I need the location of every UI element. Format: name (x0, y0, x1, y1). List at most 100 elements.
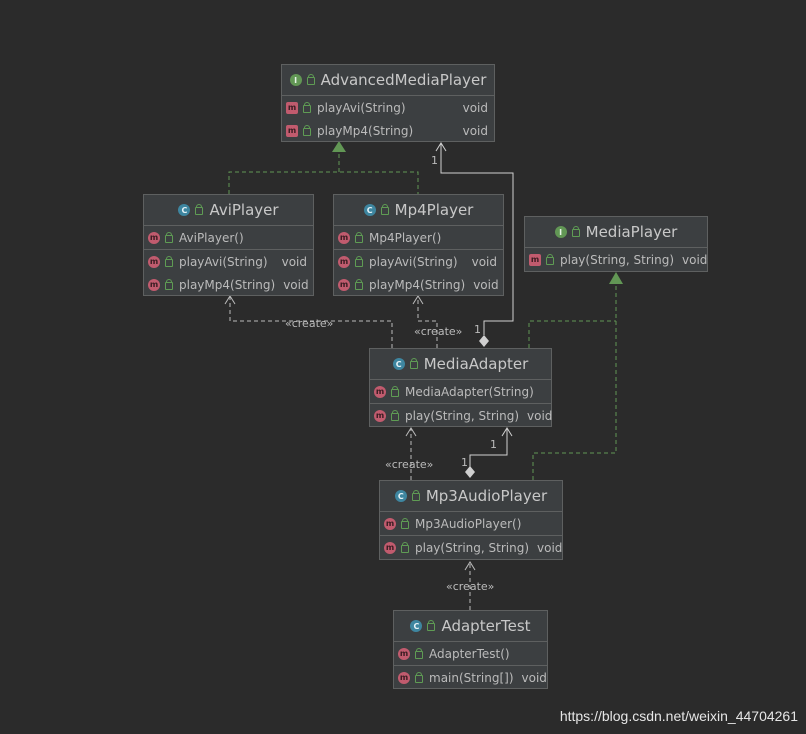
method-icon: m (374, 385, 386, 398)
method-icon: m (148, 231, 160, 244)
create-label-avi: «create» (285, 317, 334, 330)
method-name: AdapterTest() (429, 646, 510, 661)
member-section: m play(String, String) void (525, 248, 707, 271)
method-row[interactable]: m Mp3AudioPlayer() (380, 512, 562, 535)
class-media-adapter[interactable]: C MediaAdapter m MediaAdapter(String) m play(… (369, 348, 552, 427)
public-lock-icon (195, 204, 204, 215)
member-section: m play(String, String) void (380, 536, 562, 559)
method-icon: m (398, 647, 410, 660)
class-header: C Mp4Player (334, 195, 503, 226)
public-lock-icon (380, 204, 389, 215)
member-section: m MediaAdapter(String) (370, 380, 551, 404)
class-mp3-audio-player[interactable]: C Mp3AudioPlayer m Mp3AudioPlayer() m play(St… (379, 480, 563, 560)
dependency-mp3-to-adapter (405, 427, 417, 480)
method-name: play(String, String) (560, 252, 675, 267)
public-lock-icon (411, 490, 420, 501)
return-type: void (527, 408, 553, 423)
method-name: Mp4Player() (369, 230, 442, 245)
dependency-arrowheads (224, 295, 424, 305)
class-avi-player[interactable]: C AviPlayer m AviPlayer() m playAvi(String) vo… (143, 194, 314, 296)
class-media-player[interactable]: I MediaPlayer m play(String, String) void (524, 216, 708, 272)
return-type: void (473, 277, 499, 292)
public-lock-icon (401, 541, 409, 553)
method-name: play(String, String) (415, 540, 530, 555)
class-name: Mp4Player (394, 201, 474, 219)
abstract-method-icon: m (286, 124, 298, 137)
method-name: playAvi(String) (179, 254, 268, 269)
multiplicity-adapter: 1 (474, 323, 481, 336)
method-row[interactable]: m playAvi(String) void (334, 250, 503, 273)
class-name: MediaPlayer (585, 223, 678, 241)
method-row[interactable]: m playAvi(String) void (282, 96, 494, 119)
multiplicity-advanced: 1 (431, 154, 438, 167)
public-lock-icon (303, 124, 311, 136)
member-section: m playAvi(String) void m playMp4(String) void (144, 250, 313, 296)
method-row[interactable]: m play(String, String) void (380, 536, 562, 559)
method-name: playAvi(String) (317, 100, 406, 115)
realization-arrowhead-mediaplayer (609, 272, 623, 284)
public-lock-icon (401, 517, 409, 529)
method-icon: m (338, 231, 350, 244)
method-name: playMp4(String) (369, 277, 466, 292)
watermark: https://blog.csdn.net/weixin_44704261 (559, 708, 798, 724)
member-section: m Mp4Player() (334, 226, 503, 250)
method-icon: m (398, 671, 410, 684)
class-icon: C (410, 620, 423, 632)
public-lock-icon (391, 385, 399, 397)
class-header: I AdvancedMediaPlayer (282, 65, 494, 96)
return-type: void (682, 252, 708, 267)
method-name: AviPlayer() (179, 230, 244, 245)
public-lock-icon (427, 620, 436, 631)
class-icon: C (394, 490, 407, 502)
method-icon: m (384, 517, 396, 530)
method-row[interactable]: m playAvi(String) void (144, 250, 313, 273)
member-section: m play(String, String) void (370, 404, 553, 427)
member-section: m Mp3AudioPlayer() (380, 512, 562, 536)
class-header: C MediaAdapter (370, 349, 551, 380)
method-row[interactable]: m Mp4Player() (334, 226, 503, 249)
public-lock-icon (355, 255, 363, 267)
method-row[interactable]: m AdapterTest() (394, 642, 547, 665)
return-type: void (537, 540, 563, 555)
return-type: void (462, 123, 488, 138)
abstract-method-icon: m (529, 253, 541, 266)
public-lock-icon (165, 278, 173, 290)
public-lock-icon (303, 101, 311, 113)
class-mp4-player[interactable]: C Mp4Player m Mp4Player() m playAvi(String) vo… (333, 194, 504, 296)
method-row[interactable]: m playMp4(String) void (144, 273, 313, 296)
return-type: void (283, 277, 309, 292)
method-icon: m (338, 278, 350, 291)
multiplicity-adapter-target: 1 (490, 438, 497, 451)
class-name: AdvancedMediaPlayer (320, 71, 487, 89)
method-icon: m (374, 409, 386, 422)
method-row[interactable]: m playMp4(String) void (282, 119, 494, 142)
member-section: m playAvi(String) void m playMp4(String) void (282, 96, 494, 142)
method-row[interactable]: m MediaAdapter(String) (370, 380, 551, 403)
method-name: play(String, String) (405, 408, 520, 423)
return-type: void (462, 100, 488, 115)
method-icon: m (338, 255, 350, 268)
method-row[interactable]: m AviPlayer() (144, 226, 313, 249)
class-advanced-media-player[interactable]: I AdvancedMediaPlayer m playAvi(String) void… (281, 64, 495, 142)
class-header: C Mp3AudioPlayer (380, 481, 562, 512)
composition-diamond (479, 335, 489, 347)
class-name: AdapterTest (441, 617, 531, 635)
class-header: C AviPlayer (144, 195, 313, 226)
class-adapter-test[interactable]: C AdapterTest m AdapterTest() m main(String[]… (393, 610, 548, 689)
public-lock-icon (409, 358, 418, 369)
member-section: m main(String[]) void (394, 666, 547, 689)
method-name: main(String[]) (429, 670, 514, 685)
class-header: I MediaPlayer (525, 217, 707, 248)
method-row[interactable]: m play(String, String) void (525, 248, 707, 271)
public-lock-icon (415, 647, 423, 659)
class-icon: C (392, 358, 405, 370)
public-lock-icon (165, 231, 173, 243)
method-name: playMp4(String) (179, 277, 276, 292)
method-row[interactable]: m play(String, String) void (370, 404, 553, 427)
class-name: AviPlayer (209, 201, 279, 219)
method-row[interactable]: m main(String[]) void (394, 666, 547, 689)
abstract-method-icon: m (286, 101, 298, 114)
public-lock-icon (355, 278, 363, 290)
method-row[interactable]: m playMp4(String) void (334, 273, 503, 296)
interface-icon: I (554, 226, 567, 238)
